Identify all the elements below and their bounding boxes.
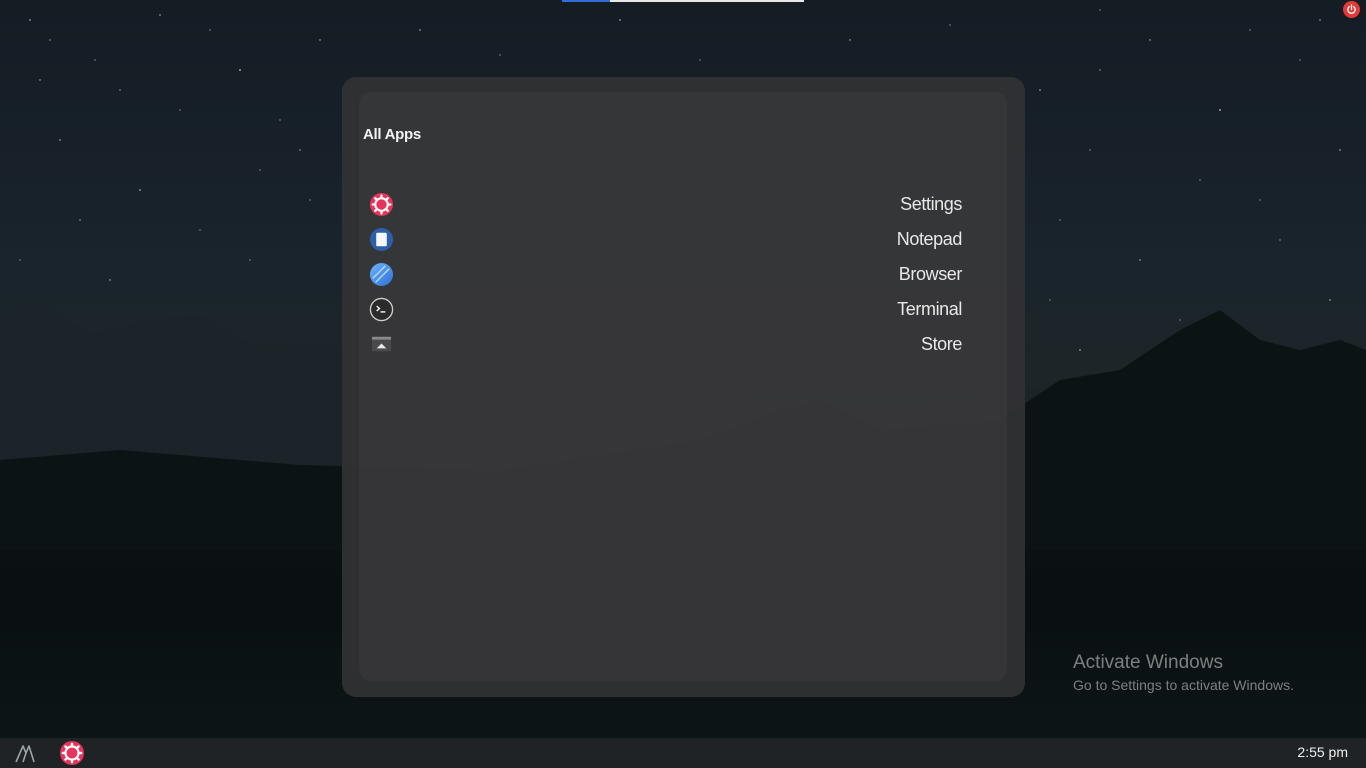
top-progress-bar — [562, 0, 804, 2]
store-icon — [369, 332, 394, 357]
app-item-notepad[interactable]: Notepad — [369, 222, 962, 257]
app-label-settings: Settings — [900, 194, 962, 214]
browser-globe-icon — [369, 262, 394, 287]
activation-watermark: Activate Windows Go to Settings to activ… — [1073, 652, 1294, 693]
app-item-terminal[interactable]: Terminal — [369, 292, 962, 327]
app-launcher-inner — [359, 92, 1007, 681]
terminal-icon — [369, 297, 394, 322]
top-bar-track — [610, 0, 804, 2]
app-label-terminal: Terminal — [897, 299, 962, 319]
launcher-icon[interactable] — [13, 741, 37, 765]
power-icon — [1347, 4, 1356, 14]
app-label-store: Store — [920, 334, 962, 354]
settings-gear-icon — [369, 192, 394, 217]
app-label-notepad: Notepad — [896, 229, 963, 249]
panel-title: All Apps — [363, 126, 421, 143]
app-item-settings[interactable]: Settings — [369, 187, 962, 222]
taskbar-clock[interactable]: 2:55 pm — [1297, 744, 1348, 760]
watermark-subtitle: Go to Settings to activate Windows. — [1073, 677, 1294, 693]
app-item-browser[interactable]: Browser — [369, 257, 962, 292]
app-launcher-panel: All Apps Settings Notepad Browser Termin… — [342, 77, 1025, 697]
app-list: Settings Notepad Browser Terminal Store — [369, 187, 962, 362]
power-button[interactable] — [1343, 1, 1360, 18]
taskbar: 2:55 pm — [0, 738, 1366, 768]
watermark-title: Activate Windows — [1073, 652, 1223, 673]
app-label-browser: Browser — [898, 264, 963, 284]
top-bar-active-segment — [562, 0, 610, 2]
notepad-icon — [369, 227, 394, 252]
taskbar-settings-gear-icon[interactable] — [59, 740, 85, 766]
app-item-store[interactable]: Store — [369, 327, 962, 362]
